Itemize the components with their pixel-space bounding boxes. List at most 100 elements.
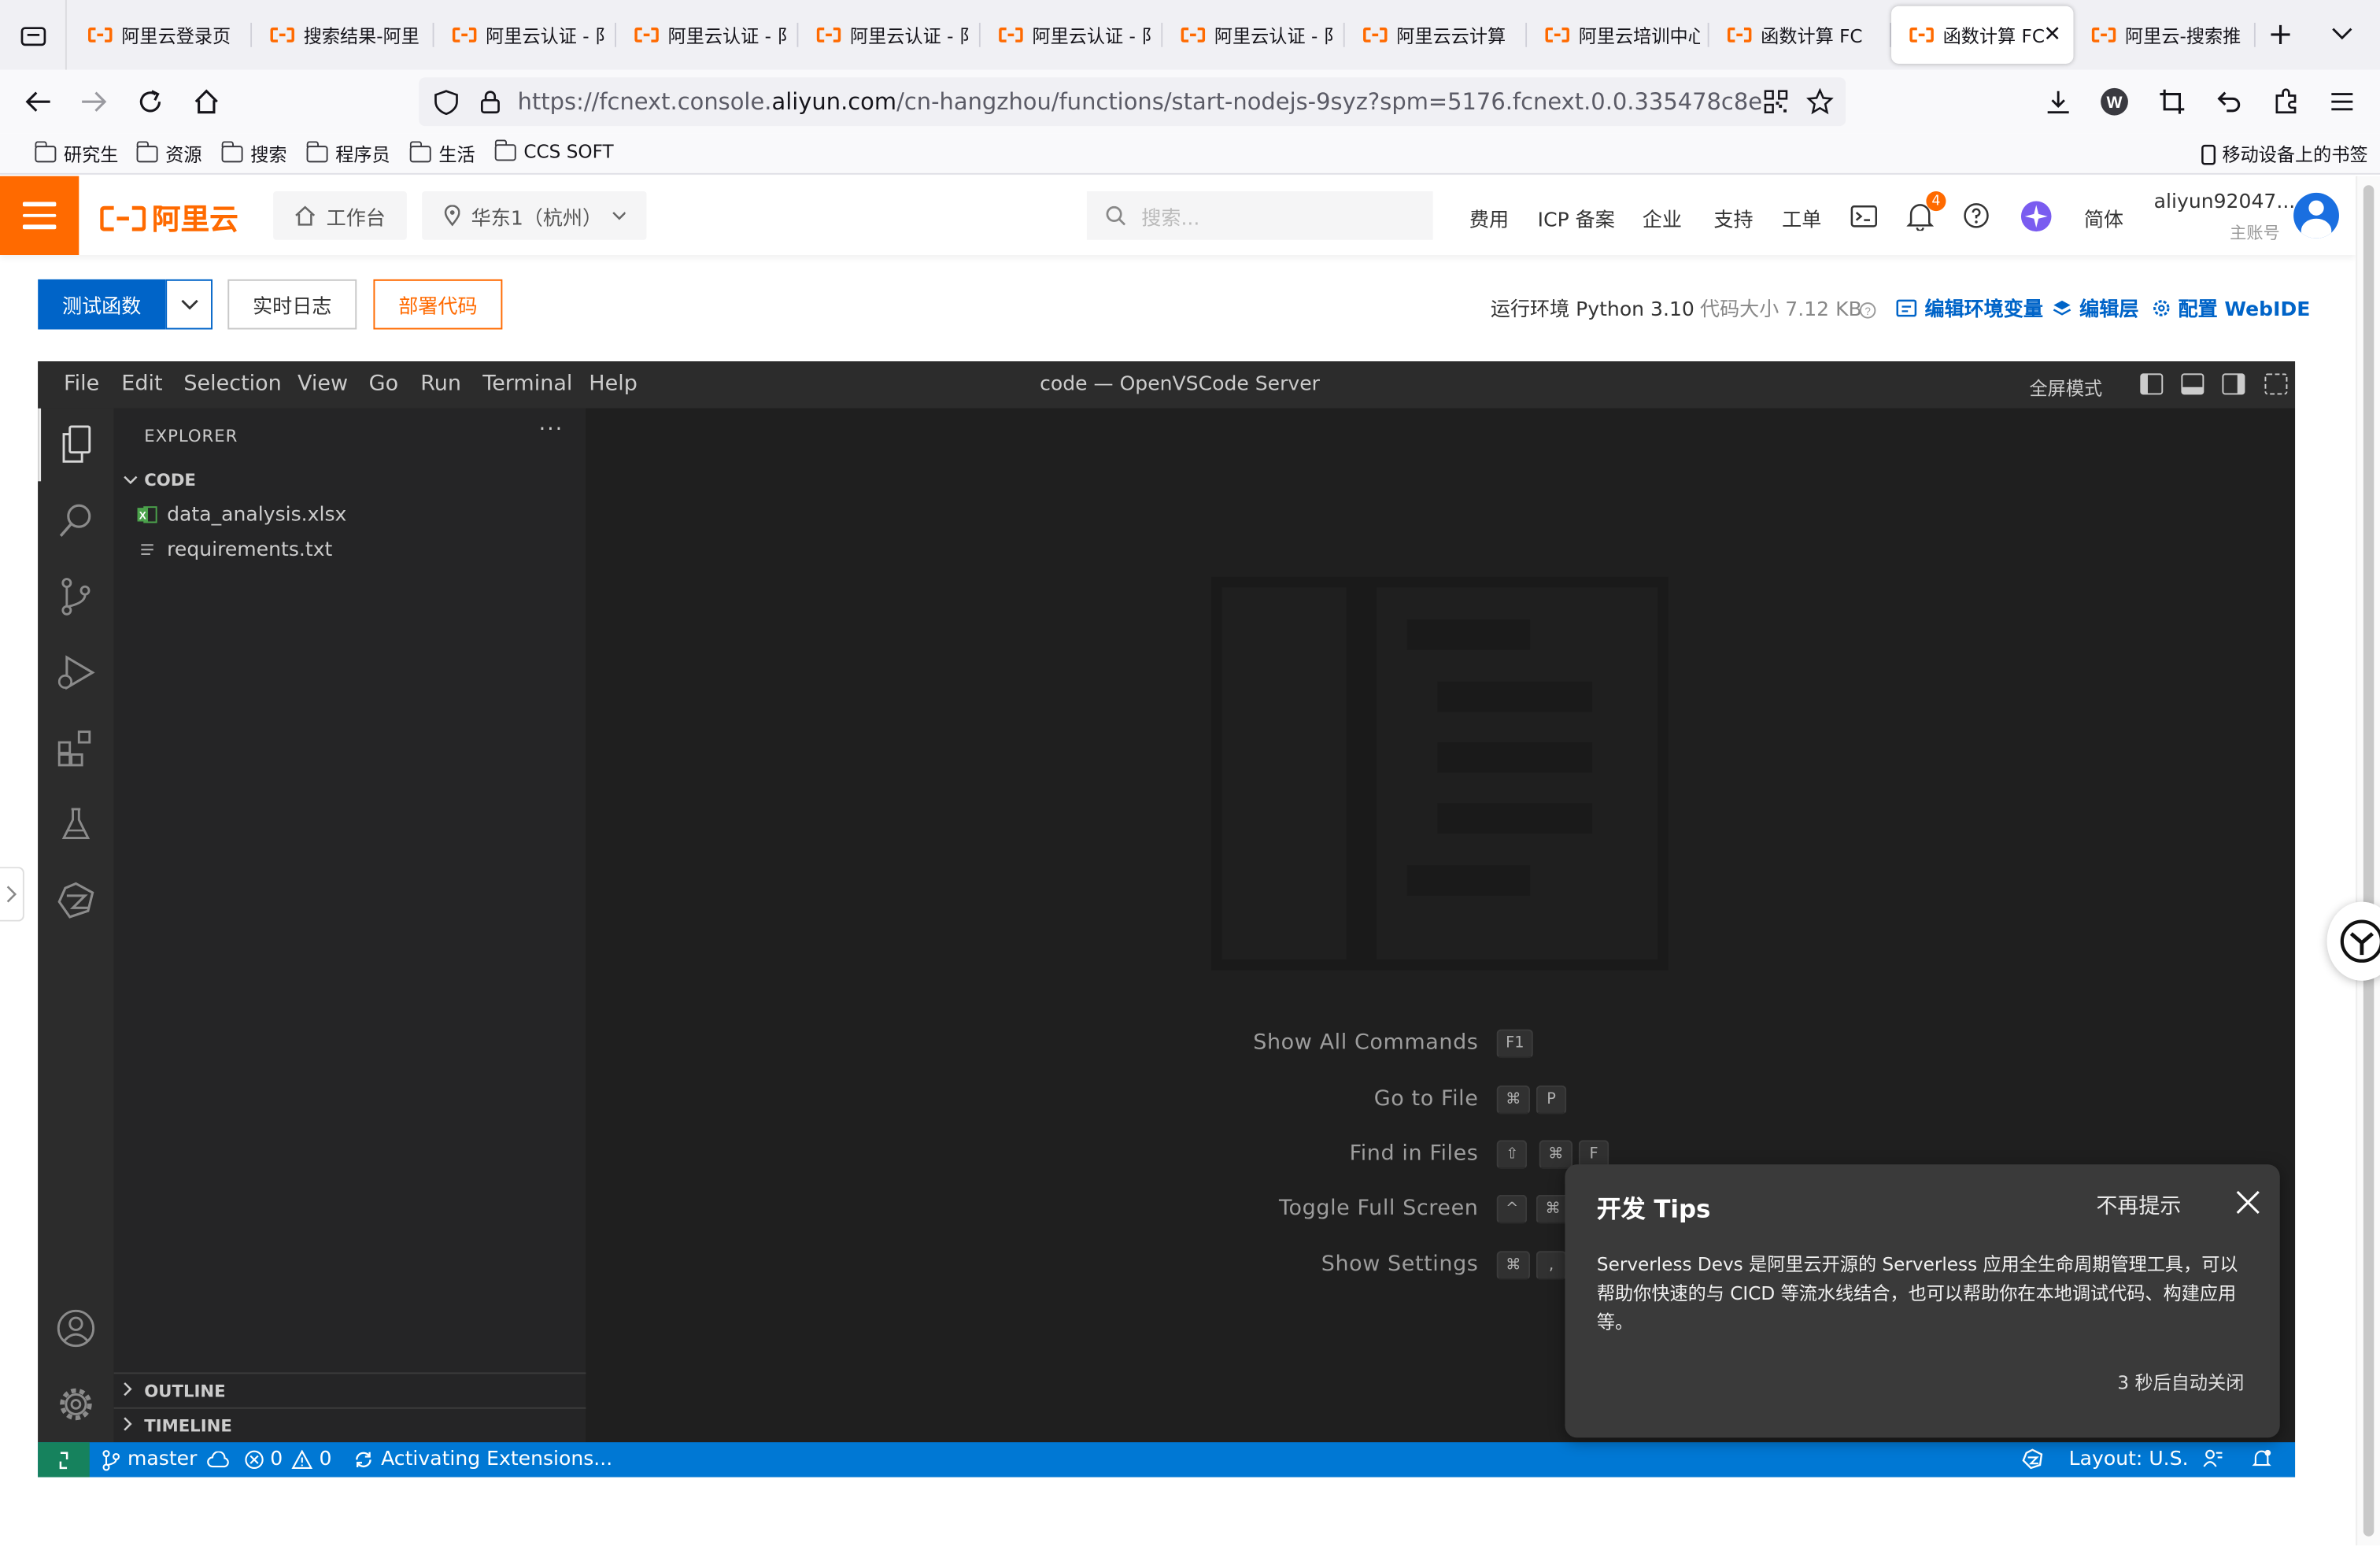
timeline-section[interactable]: TIMELINE <box>114 1409 586 1442</box>
avatar[interactable] <box>2293 192 2339 239</box>
forward-icon[interactable] <box>77 85 110 118</box>
extensions-puzzle-icon[interactable] <box>2269 85 2302 118</box>
new-tab-button[interactable]: + <box>2267 15 2293 51</box>
keyboard-layout-status[interactable]: Layout: U.S. <box>2069 1448 2189 1471</box>
undo-icon[interactable] <box>2212 85 2245 118</box>
account-menu[interactable]: aliyun92047... 主账号 <box>2154 191 2296 243</box>
folder-header-code[interactable]: CODE <box>114 463 586 496</box>
toggle-panel-icon[interactable] <box>2181 373 2204 395</box>
shield-icon[interactable] <box>434 90 459 122</box>
menu-go[interactable]: Go <box>369 372 398 397</box>
header-link-icp[interactable]: ICP 备案 <box>1538 203 1615 232</box>
mobile-bookmarks[interactable]: 移动设备上的书签 <box>2201 141 2368 167</box>
qr-code-icon[interactable] <box>1764 90 1788 120</box>
realtime-log-button[interactable]: 实时日志 <box>227 279 357 330</box>
manage-gear-icon[interactable] <box>38 1368 113 1441</box>
feedback-icon[interactable] <box>2202 1448 2223 1476</box>
menu-edit[interactable]: Edit <box>121 372 162 397</box>
search-icon[interactable] <box>38 484 113 557</box>
browser-tab[interactable]: 阿里云认证 - 阝 <box>434 6 617 64</box>
explorer-more-actions[interactable]: ··· <box>539 417 564 442</box>
url-text[interactable]: https://fcnext.console.aliyun.com/cn-han… <box>518 88 1762 116</box>
do-not-show-again-button[interactable]: 不再提示 <box>2096 1190 2181 1221</box>
browser-tab[interactable]: 函数计算 FC <box>1709 6 1892 64</box>
browser-tab[interactable]: 阿里云认证 - 阝 <box>1162 6 1345 64</box>
header-link-support[interactable]: 支持 <box>1713 203 1753 232</box>
file-item[interactable]: X data_analysis.xlsx <box>135 498 346 531</box>
ai-assistant-icon[interactable] <box>2020 201 2053 239</box>
console-search-input[interactable]: 搜索... <box>1086 191 1433 240</box>
bookmark-folder[interactable]: 搜索 <box>221 141 287 167</box>
header-link-billing[interactable]: 费用 <box>1469 203 1509 232</box>
browser-tab[interactable]: 阿里云培训中心 <box>1527 6 1709 64</box>
browser-tab[interactable]: 阿里云云计算 <box>1345 6 1528 64</box>
edit-layer-link[interactable]: 编辑层 <box>2079 293 2138 322</box>
region-selector[interactable]: 华东1（杭州） <box>422 191 647 240</box>
header-link-enterprise[interactable]: 企业 <box>1643 203 1682 232</box>
serverless-devs-icon[interactable] <box>38 864 113 937</box>
tab-list-button[interactable] <box>0 0 67 70</box>
workbench-button[interactable]: 工作台 <box>273 191 407 240</box>
run-debug-icon[interactable] <box>38 636 113 709</box>
outline-section[interactable]: OUTLINE <box>114 1374 586 1407</box>
tab-overflow-chevron-icon[interactable] <box>2331 18 2352 47</box>
reload-icon[interactable] <box>134 85 167 118</box>
bookmark-folder[interactable]: 研究生 <box>35 141 118 167</box>
fullscreen-mode-button[interactable]: 全屏模式 <box>2030 375 2103 401</box>
explorer-icon[interactable] <box>38 408 113 482</box>
serverless-status-icon[interactable] <box>2020 1448 2045 1476</box>
close-icon[interactable] <box>2233 1187 2264 1218</box>
bookmark-folder[interactable]: 程序员 <box>306 141 390 167</box>
menu-selection[interactable]: Selection <box>183 372 281 397</box>
browser-tab[interactable]: 阿里云-搜索推 <box>2073 6 2256 64</box>
file-item[interactable]: requirements.txt <box>135 533 332 566</box>
menu-view[interactable]: View <box>298 372 348 397</box>
side-panel-expand-handle[interactable] <box>0 867 24 922</box>
app-menu-icon[interactable] <box>2326 85 2359 118</box>
testing-flask-icon[interactable] <box>38 788 113 861</box>
test-function-button[interactable]: 测试函数 <box>38 279 166 330</box>
browser-tab[interactable]: 阿里云认证 - 阝 <box>798 6 981 64</box>
back-icon[interactable] <box>21 85 54 118</box>
menu-file[interactable]: File <box>64 372 99 397</box>
browser-tab[interactable]: 阿里云登录页 <box>70 6 253 64</box>
download-icon[interactable] <box>2042 85 2075 118</box>
header-link-ticket[interactable]: 工单 <box>1782 203 1821 232</box>
toggle-primary-sidebar-icon[interactable] <box>2140 373 2164 395</box>
floating-assistant-button[interactable] <box>2326 901 2380 981</box>
aliyun-logo[interactable]: 阿里云 <box>100 198 238 239</box>
info-help-icon[interactable]: ? <box>1859 296 1876 325</box>
page-scrollbar[interactable] <box>2356 176 2380 1546</box>
browser-tab[interactable]: 搜索结果-阿里 <box>252 6 434 64</box>
terminal-icon[interactable] <box>1850 205 1878 234</box>
home-icon[interactable] <box>190 85 223 118</box>
test-options-dropdown[interactable] <box>165 279 213 330</box>
config-webide-link[interactable]: 配置 WebIDE <box>2179 293 2311 322</box>
close-tab-icon[interactable]: ✕ <box>2043 23 2061 47</box>
remote-indicator[interactable] <box>38 1442 90 1478</box>
scrollbar-thumb[interactable] <box>2363 185 2374 1537</box>
bookmark-folder[interactable]: CCS SOFT <box>494 139 614 162</box>
browser-tab[interactable]: 阿里云认证 - 阝 <box>981 6 1163 64</box>
lock-icon[interactable] <box>479 90 501 120</box>
accounts-icon[interactable] <box>38 1292 113 1365</box>
language-switch[interactable]: 简体 <box>2084 203 2123 232</box>
source-control-icon[interactable] <box>38 560 113 634</box>
bookmark-folder[interactable]: 资源 <box>136 141 202 167</box>
menu-run[interactable]: Run <box>420 372 461 397</box>
edit-env-vars-link[interactable]: 编辑环境变量 <box>1924 293 2042 322</box>
notifications-bell-icon[interactable] <box>2251 1448 2272 1476</box>
deploy-code-button[interactable]: 部署代码 <box>373 279 503 330</box>
menu-help[interactable]: Help <box>589 372 638 397</box>
extensions-icon[interactable] <box>38 712 113 786</box>
customize-layout-icon[interactable] <box>2264 373 2288 395</box>
menu-hamburger-button[interactable] <box>0 176 79 256</box>
branch-indicator[interactable]: master <box>102 1448 231 1471</box>
menu-terminal[interactable]: Terminal <box>482 372 572 397</box>
bookmark-star-icon[interactable] <box>1805 87 1834 121</box>
help-icon[interactable] <box>1963 202 1990 235</box>
browser-tab[interactable]: 阿里云认证 - 阝 <box>616 6 799 64</box>
problems-indicator[interactable]: 0 0 <box>245 1448 332 1471</box>
extension-activation-status[interactable]: Activating Extensions... <box>353 1448 612 1471</box>
extension-w-icon[interactable]: W <box>2097 85 2131 118</box>
